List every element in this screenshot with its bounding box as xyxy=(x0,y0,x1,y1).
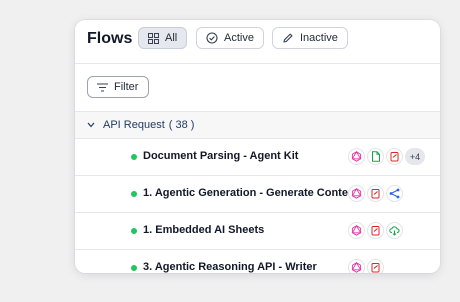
status-dot xyxy=(131,228,137,234)
panel-header: Flows All Active Inactive xyxy=(75,20,440,64)
table-row[interactable]: 3. Agentic Reasoning API - Writer xyxy=(75,250,440,273)
clipboard-edit-icon xyxy=(367,222,384,239)
group-name: API Request xyxy=(103,119,165,131)
tab-inactive[interactable]: Inactive xyxy=(272,27,348,49)
cloud-sync-icon xyxy=(386,222,403,239)
flow-name: Document Parsing - Agent Kit xyxy=(143,150,299,162)
flow-name: 3. Agentic Reasoning API - Writer xyxy=(143,261,317,273)
status-dot xyxy=(131,265,137,271)
filter-lines-icon xyxy=(97,82,108,92)
graphql-icon xyxy=(348,222,365,239)
filter-button[interactable]: Filter xyxy=(87,76,149,98)
integration-icons xyxy=(348,259,384,273)
check-circle-icon xyxy=(206,32,218,44)
graphql-icon xyxy=(348,148,365,165)
file-icon xyxy=(367,148,384,165)
integration-icons xyxy=(348,185,403,202)
tab-inactive-label: Inactive xyxy=(300,32,338,44)
flow-name: 1. Embedded AI Sheets xyxy=(143,224,265,236)
table-row[interactable]: 1. Agentic Generation - Generate Content xyxy=(75,176,440,213)
integration-icons: +4 xyxy=(348,148,425,165)
graphql-icon xyxy=(348,185,365,202)
flow-name: 1. Agentic Generation - Generate Content xyxy=(143,187,359,199)
integration-icons xyxy=(348,222,403,239)
flows-panel: Flows All Active Inactive Filter API Req… xyxy=(75,20,440,273)
page-title: Flows xyxy=(87,30,133,47)
graphql-icon xyxy=(348,259,365,273)
pencil-icon xyxy=(283,33,293,43)
filter-label: Filter xyxy=(114,81,139,93)
grid-icon xyxy=(148,32,159,44)
tab-all[interactable]: All xyxy=(138,27,188,49)
status-dot xyxy=(131,154,137,160)
more-integrations-badge[interactable]: +4 xyxy=(405,148,425,165)
tab-all-label: All xyxy=(165,32,178,44)
group-count: ( 38 ) xyxy=(168,119,195,131)
table-row[interactable]: 1. Embedded AI Sheets xyxy=(75,213,440,250)
tab-active-label: Active xyxy=(224,32,254,44)
table-row[interactable]: Document Parsing - Agent Kit +4 xyxy=(75,139,440,176)
filter-bar: Filter xyxy=(75,63,440,112)
status-dot xyxy=(131,191,137,197)
clipboard-edit-icon xyxy=(367,259,384,273)
clipboard-edit-icon xyxy=(367,185,384,202)
share-nodes-icon xyxy=(386,185,403,202)
tab-active[interactable]: Active xyxy=(196,27,264,49)
group-header-api-request[interactable]: API Request ( 38 ) xyxy=(75,112,440,139)
clipboard-edit-icon xyxy=(386,148,403,165)
chevron-down-icon[interactable] xyxy=(87,122,95,128)
